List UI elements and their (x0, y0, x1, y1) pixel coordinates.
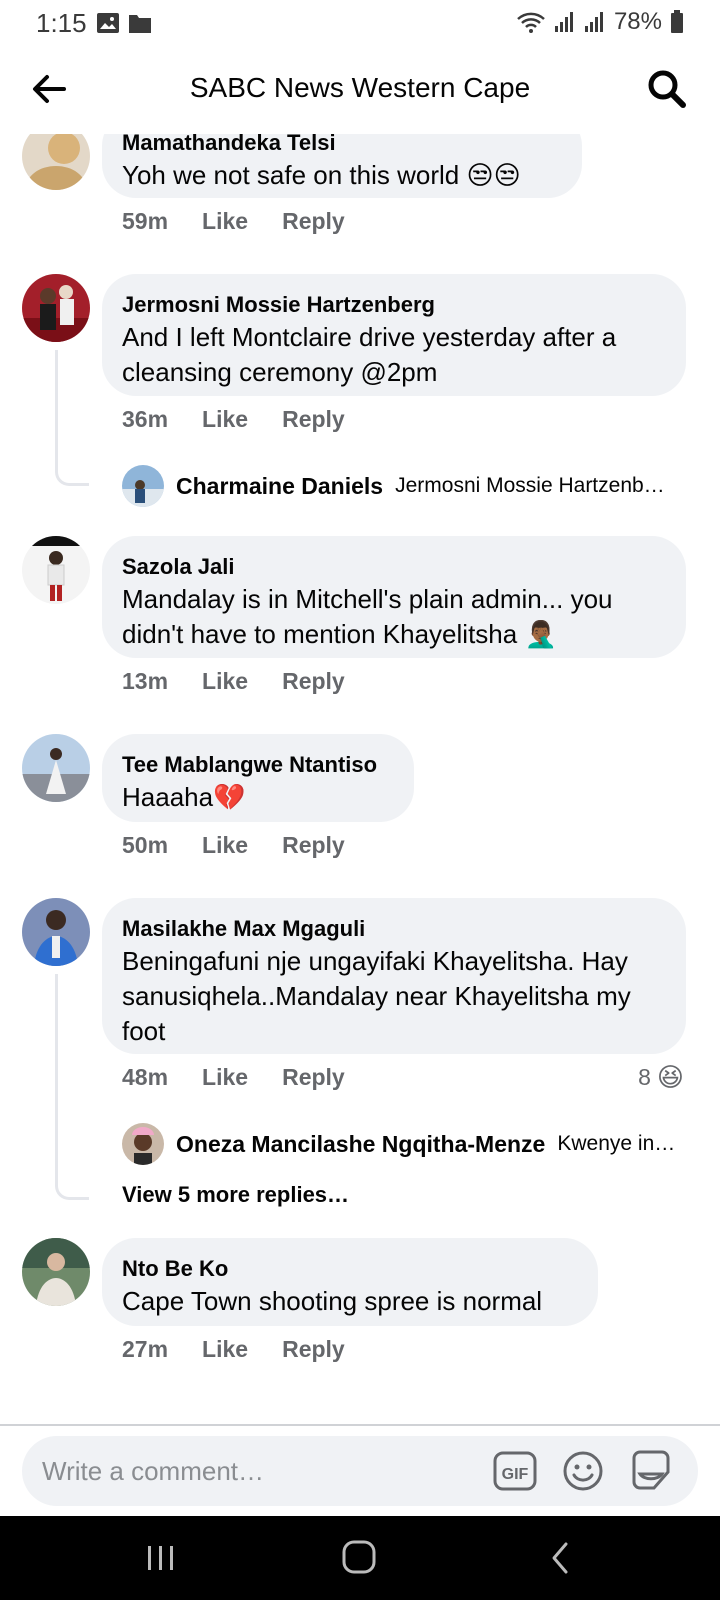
comment-text: And I left Montclaire drive yesterday af… (122, 322, 617, 387)
status-time: 1:15 (36, 8, 87, 38)
avatar[interactable] (22, 274, 90, 342)
comment-time[interactable]: 36m (122, 406, 168, 433)
reply-text: Jermosni Mossie Hartzenb… (395, 474, 665, 497)
comments-list[interactable]: Mamathandeka Telsi Yoh we not safe on th… (0, 134, 720, 1424)
avatar[interactable] (22, 734, 90, 802)
search-button[interactable] (644, 66, 690, 112)
reply-button[interactable]: Reply (282, 406, 345, 433)
comment-text: Cape Town shooting spree is normal (122, 1286, 543, 1316)
haha-reaction-icon: 😆 (656, 1062, 684, 1092)
emoji-button[interactable] (560, 1448, 606, 1494)
gif-button[interactable]: GIF (492, 1448, 538, 1494)
reply-preview[interactable]: Charmaine Daniels Jermosni Mossie Hartze… (122, 464, 684, 508)
like-button[interactable]: Like (202, 1336, 248, 1363)
gif-icon: GIF (493, 1451, 537, 1491)
reaction-summary[interactable]: 8 😆 (638, 1062, 684, 1093)
system-indicators: 78% (516, 8, 684, 36)
comment-actions: 48m Like Reply (122, 1064, 345, 1091)
comment-author[interactable]: Tee Mablangwe Ntantiso (122, 750, 394, 780)
like-button[interactable]: Like (202, 208, 248, 235)
reply-author[interactable]: Charmaine Daniels (176, 473, 383, 500)
recents-button[interactable] (138, 1538, 182, 1578)
avatar[interactable] (122, 1123, 164, 1165)
composer-divider (0, 1424, 720, 1426)
reaction-count: 8 (638, 1064, 651, 1090)
comment-actions: 13m Like Reply (122, 668, 345, 695)
avatar[interactable] (22, 536, 90, 604)
like-button[interactable]: Like (202, 406, 248, 433)
comment-time[interactable]: 48m (122, 1064, 168, 1091)
avatar[interactable] (122, 465, 164, 507)
comment-author[interactable]: Masilakhe Max Mgaguli (122, 914, 666, 944)
comment-text: Mandalay is in Mitchell's plain admin...… (122, 584, 613, 649)
avatar[interactable] (22, 898, 90, 966)
comment-text: Haaaha💔 (122, 782, 246, 812)
comment-input[interactable] (42, 1450, 462, 1492)
comment-author[interactable]: Mamathandeka Telsi (122, 134, 562, 158)
avatar[interactable] (22, 134, 90, 190)
reply-author[interactable]: Oneza Mancilashe Ngqitha-Menze (176, 1131, 545, 1158)
comment-actions: 59m Like Reply (122, 208, 345, 235)
home-button[interactable] (338, 1538, 382, 1578)
status-bar: 1:15 78% (0, 0, 720, 46)
home-icon (342, 1540, 376, 1574)
comment-time[interactable]: 27m (122, 1336, 168, 1363)
recents-icon (148, 1546, 173, 1570)
thread-line (55, 350, 89, 486)
comment-time[interactable]: 50m (122, 832, 168, 859)
reply-button[interactable]: Reply (282, 1064, 345, 1091)
gif-label: GIF (502, 1466, 529, 1483)
comment-bubble[interactable]: Sazola Jali Mandalay is in Mitchell's pl… (102, 536, 686, 658)
comment-text: Yoh we not safe on this world 😒😒 (122, 160, 521, 190)
comment-bubble[interactable]: Tee Mablangwe Ntantiso Haaaha💔 (102, 734, 414, 822)
comment-author[interactable]: Jermosni Mossie Hartzenberg (122, 290, 666, 320)
reply-preview[interactable]: Oneza Mancilashe Ngqitha-Menze Kwenye in… (122, 1122, 684, 1166)
emoji-icon (563, 1451, 603, 1491)
comment-time[interactable]: 59m (122, 208, 168, 235)
comment-time[interactable]: 13m (122, 668, 168, 695)
comment-actions: 50m Like Reply (122, 832, 345, 859)
comment-bubble[interactable]: Jermosni Mossie Hartzenberg And I left M… (102, 274, 686, 396)
comment-author[interactable]: Nto Be Ko (122, 1254, 578, 1284)
notification-icons (96, 12, 152, 34)
wifi-icon (517, 12, 545, 33)
reply-button[interactable]: Reply (282, 668, 345, 695)
thread-line (55, 974, 89, 1200)
reply-button[interactable]: Reply (282, 832, 345, 859)
battery-icon (671, 10, 683, 33)
nav-back-icon (552, 1542, 568, 1574)
search-icon (648, 70, 686, 108)
page-title: SABC News Western Cape (189, 72, 531, 103)
top-app-bar: SABC News Western Cape (0, 46, 720, 134)
comment-composer: GIF (22, 1436, 698, 1506)
nav-back-button[interactable] (540, 1538, 584, 1578)
battery-percent: 78% (613, 8, 662, 35)
comment-author[interactable]: Sazola Jali (122, 552, 666, 582)
avatar[interactable] (22, 1238, 90, 1306)
comment-text: Beningafuni nje ungayifaki Khayelitsha. … (122, 946, 631, 1046)
like-button[interactable]: Like (202, 832, 248, 859)
sticker-icon (632, 1450, 670, 1490)
comment-bubble[interactable]: Nto Be Ko Cape Town shooting spree is no… (102, 1238, 598, 1326)
folder-icon (129, 15, 151, 33)
reply-text: Kwenye in… (557, 1132, 676, 1155)
system-navigation-bar (0, 1516, 720, 1600)
like-button[interactable]: Like (202, 1064, 248, 1091)
comment-bubble[interactable]: Mamathandeka Telsi Yoh we not safe on th… (102, 134, 582, 198)
comment-actions: 27m Like Reply (122, 1336, 345, 1363)
reply-button[interactable]: Reply (282, 1336, 345, 1363)
gallery-icon (97, 13, 119, 33)
comment-actions: 36m Like Reply (122, 406, 345, 433)
comment-bubble[interactable]: Masilakhe Max Mgaguli Beningafuni nje un… (102, 898, 686, 1054)
like-button[interactable]: Like (202, 668, 248, 695)
signal-icon (554, 12, 573, 32)
view-more-replies-link[interactable]: View 5 more replies… (122, 1182, 349, 1208)
sticker-button[interactable] (628, 1448, 674, 1494)
signal-icon-2 (584, 12, 603, 32)
reply-button[interactable]: Reply (282, 208, 345, 235)
